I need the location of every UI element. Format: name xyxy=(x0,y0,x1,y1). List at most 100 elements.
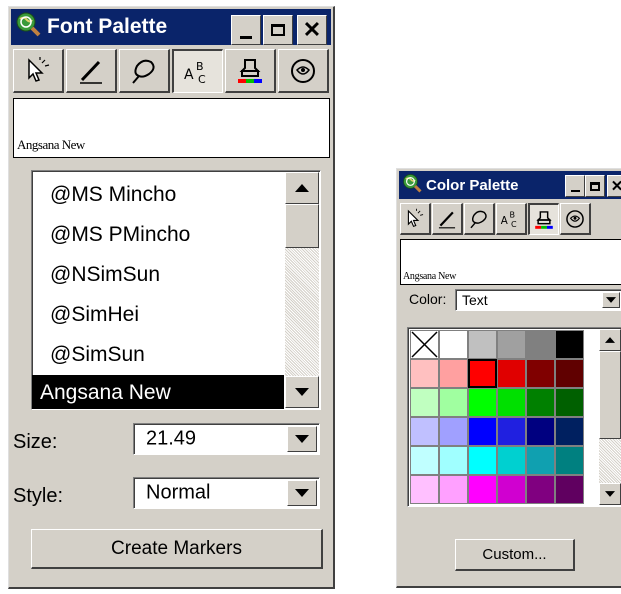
color-swatch[interactable] xyxy=(410,446,439,475)
scroll-up-button[interactable] xyxy=(599,329,621,351)
create-markers-button[interactable]: Create Markers xyxy=(31,529,323,569)
color-swatch[interactable] xyxy=(468,359,497,388)
color-swatch[interactable] xyxy=(497,330,526,359)
color-swatch[interactable] xyxy=(497,417,526,446)
brush-tool-button[interactable] xyxy=(464,203,495,235)
font-palette-toolbar: A B C xyxy=(13,49,329,93)
swatch-scrollbar[interactable] xyxy=(599,329,621,505)
font-list-item[interactable]: @NSimSun xyxy=(32,255,284,295)
color-swatch[interactable] xyxy=(497,475,526,504)
color-swatch[interactable] xyxy=(555,475,584,504)
color-swatch[interactable] xyxy=(410,388,439,417)
color-swatch[interactable] xyxy=(555,417,584,446)
color-palette-window: Color Palette ✕ A B C Angsana New Color:… xyxy=(396,168,621,588)
text-tool-button[interactable]: A B C xyxy=(172,49,223,93)
symbol-tool-button[interactable] xyxy=(560,203,591,235)
color-swatch[interactable] xyxy=(497,388,526,417)
color-target-value: Text xyxy=(462,292,488,308)
scroll-down-button[interactable] xyxy=(285,376,319,408)
font-list-item[interactable]: @MS Mincho xyxy=(32,175,284,215)
style-dropdown-button[interactable] xyxy=(287,480,317,506)
minimize-button[interactable] xyxy=(231,15,261,45)
brush-tool-icon xyxy=(132,59,155,84)
color-swatch[interactable] xyxy=(526,359,555,388)
pen-tool-button[interactable] xyxy=(432,203,463,235)
color-swatch[interactable] xyxy=(439,417,468,446)
color-swatch[interactable] xyxy=(439,388,468,417)
color-swatch[interactable] xyxy=(526,475,555,504)
color-label: Color: xyxy=(409,291,447,307)
font-list-item[interactable]: @MS PMincho xyxy=(32,215,284,255)
symbol-tool-icon xyxy=(566,209,584,228)
maximize-button[interactable] xyxy=(585,175,605,197)
color-target-dropdown-button[interactable] xyxy=(602,292,620,308)
color-swatch[interactable] xyxy=(555,359,584,388)
font-list-item[interactable]: @SimSun xyxy=(32,335,284,375)
color-palette-title: Color Palette xyxy=(426,176,519,194)
color-swatch[interactable] xyxy=(468,417,497,446)
size-value: 21.49 xyxy=(146,427,197,450)
color-swatch[interactable] xyxy=(410,475,439,504)
color-target-combo[interactable]: Text xyxy=(455,289,621,311)
color-swatch[interactable] xyxy=(526,388,555,417)
color-swatch[interactable] xyxy=(410,417,439,446)
size-combo[interactable]: 21.49 xyxy=(133,423,320,455)
size-dropdown-button[interactable] xyxy=(287,426,317,452)
close-button[interactable]: ✕ xyxy=(297,15,327,45)
style-combo[interactable]: Normal xyxy=(133,477,320,509)
close-button[interactable]: ✕ xyxy=(607,175,621,197)
scroll-thumb[interactable] xyxy=(599,351,621,439)
chevron-down-icon xyxy=(606,297,616,303)
arrow-down-icon xyxy=(295,388,309,396)
no-color-swatch[interactable] xyxy=(410,330,439,359)
font-list-scrollbar[interactable] xyxy=(285,172,319,408)
color-swatch[interactable] xyxy=(439,359,468,388)
brush-tool-icon xyxy=(470,210,487,228)
scroll-thumb[interactable] xyxy=(285,204,319,248)
custom-color-button[interactable]: Custom... xyxy=(455,539,575,571)
brush-tool-button[interactable] xyxy=(119,49,170,93)
svg-text:A: A xyxy=(501,215,508,227)
chevron-down-icon xyxy=(295,435,309,443)
font-list[interactable]: @MS Mincho @MS PMincho @NSimSun @SimHei … xyxy=(31,170,321,410)
color-swatch[interactable] xyxy=(468,446,497,475)
minimize-button[interactable] xyxy=(565,175,585,197)
color-swatch[interactable] xyxy=(468,475,497,504)
arrow-up-icon xyxy=(295,184,309,192)
symbol-tool-button[interactable] xyxy=(278,49,329,93)
text-tool-icon: A B C xyxy=(501,210,517,229)
color-swatch[interactable] xyxy=(497,446,526,475)
text-tool-button[interactable]: A B C xyxy=(496,203,527,235)
arrow-down-icon xyxy=(605,491,615,497)
color-swatch[interactable] xyxy=(468,330,497,359)
color-swatch[interactable] xyxy=(410,359,439,388)
color-swatch[interactable] xyxy=(555,388,584,417)
font-list-item[interactable]: @SimHei xyxy=(32,295,284,335)
color-swatch[interactable] xyxy=(555,446,584,475)
color-palette-toolbar: A B C xyxy=(400,203,621,235)
no-color-icon xyxy=(411,331,438,358)
fill-color-tool-button[interactable] xyxy=(528,203,559,235)
svg-text:A: A xyxy=(184,67,194,83)
pointer-tool-button[interactable] xyxy=(13,49,64,93)
color-swatch[interactable] xyxy=(526,446,555,475)
pointer-tool-button[interactable] xyxy=(400,203,431,235)
scroll-up-button[interactable] xyxy=(285,172,319,204)
fill-color-tool-button[interactable] xyxy=(225,49,276,93)
color-swatch[interactable] xyxy=(497,359,526,388)
pen-tool-button[interactable] xyxy=(66,49,117,93)
color-swatch[interactable] xyxy=(439,330,468,359)
font-list-item-selected[interactable]: Angsana New xyxy=(32,375,284,409)
color-swatch[interactable] xyxy=(468,388,497,417)
color-swatch[interactable] xyxy=(526,417,555,446)
scroll-down-button[interactable] xyxy=(599,483,621,505)
font-palette-title: Font Palette xyxy=(47,15,168,38)
color-swatch[interactable] xyxy=(439,446,468,475)
maximize-button[interactable] xyxy=(263,15,293,45)
font-preview-text: Angsana New xyxy=(17,137,85,152)
chevron-down-icon xyxy=(295,489,309,497)
svg-text:C: C xyxy=(511,220,517,229)
color-swatch[interactable] xyxy=(526,330,555,359)
color-swatch[interactable] xyxy=(439,475,468,504)
color-swatch[interactable] xyxy=(555,330,584,359)
